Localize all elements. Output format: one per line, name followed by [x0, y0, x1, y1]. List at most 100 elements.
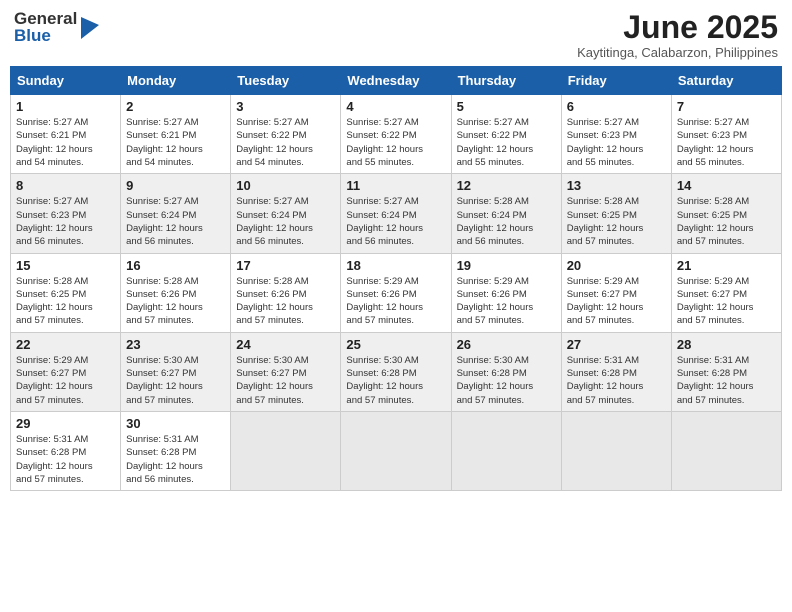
title-block: June 2025 Kaytitinga, Calabarzon, Philip… [577, 10, 778, 60]
day-number: 29 [16, 416, 115, 431]
day-info: Sunrise: 5:31 AM Sunset: 6:28 PM Dayligh… [16, 433, 115, 486]
day-info: Sunrise: 5:27 AM Sunset: 6:22 PM Dayligh… [236, 116, 335, 169]
day-number: 1 [16, 99, 115, 114]
calendar-cell: 24 Sunrise: 5:30 AM Sunset: 6:27 PM Dayli… [231, 332, 341, 411]
calendar-cell: 1 Sunrise: 5:27 AM Sunset: 6:21 PM Daylig… [11, 95, 121, 174]
day-info: Sunrise: 5:29 AM Sunset: 6:27 PM Dayligh… [677, 275, 776, 328]
day-info: Sunrise: 5:30 AM Sunset: 6:28 PM Dayligh… [457, 354, 556, 407]
calendar-cell [671, 411, 781, 490]
calendar-cell: 26 Sunrise: 5:30 AM Sunset: 6:28 PM Dayli… [451, 332, 561, 411]
day-number: 26 [457, 337, 556, 352]
calendar-week-row: 22 Sunrise: 5:29 AM Sunset: 6:27 PM Dayli… [11, 332, 782, 411]
day-number: 21 [677, 258, 776, 273]
calendar-cell: 10 Sunrise: 5:27 AM Sunset: 6:24 PM Dayli… [231, 174, 341, 253]
calendar-cell: 19Sunrise: 5:29 AM Sunset: 6:26 PM Dayli… [451, 253, 561, 332]
day-info: Sunrise: 5:30 AM Sunset: 6:27 PM Dayligh… [236, 354, 335, 407]
day-number: 11 [346, 178, 445, 193]
calendar-cell: 18Sunrise: 5:29 AM Sunset: 6:26 PM Dayli… [341, 253, 451, 332]
day-info: Sunrise: 5:28 AM Sunset: 6:25 PM Dayligh… [567, 195, 666, 248]
calendar-cell [451, 411, 561, 490]
day-info: Sunrise: 5:28 AM Sunset: 6:25 PM Dayligh… [677, 195, 776, 248]
calendar-cell [231, 411, 341, 490]
day-number: 9 [126, 178, 225, 193]
day-number: 2 [126, 99, 225, 114]
day-number: 7 [677, 99, 776, 114]
calendar-cell: 3Sunrise: 5:27 AM Sunset: 6:22 PM Daylig… [231, 95, 341, 174]
day-info: Sunrise: 5:27 AM Sunset: 6:23 PM Dayligh… [16, 195, 115, 248]
calendar-cell: 13 Sunrise: 5:28 AM Sunset: 6:25 PM Dayli… [561, 174, 671, 253]
day-number: 8 [16, 178, 115, 193]
calendar-cell: 30Sunrise: 5:31 AM Sunset: 6:28 PM Dayli… [121, 411, 231, 490]
calendar-cell: 14 Sunrise: 5:28 AM Sunset: 6:25 PM Dayli… [671, 174, 781, 253]
day-number: 5 [457, 99, 556, 114]
calendar-week-row: 15 Sunrise: 5:28 AM Sunset: 6:25 PM Dayli… [11, 253, 782, 332]
weekday-header-sunday: Sunday [11, 67, 121, 95]
calendar-cell: 2Sunrise: 5:27 AM Sunset: 6:21 PM Daylig… [121, 95, 231, 174]
calendar-cell: 5 Sunrise: 5:27 AM Sunset: 6:22 PM Daylig… [451, 95, 561, 174]
day-info: Sunrise: 5:31 AM Sunset: 6:28 PM Dayligh… [567, 354, 666, 407]
day-number: 10 [236, 178, 335, 193]
logo-general: General [14, 10, 77, 27]
calendar-cell: 16 Sunrise: 5:28 AM Sunset: 6:26 PM Dayli… [121, 253, 231, 332]
day-number: 22 [16, 337, 115, 352]
day-info: Sunrise: 5:28 AM Sunset: 6:26 PM Dayligh… [236, 275, 335, 328]
day-number: 27 [567, 337, 666, 352]
day-info: Sunrise: 5:30 AM Sunset: 6:27 PM Dayligh… [126, 354, 225, 407]
logo: General Blue [14, 10, 99, 44]
weekday-header-tuesday: Tuesday [231, 67, 341, 95]
day-number: 16 [126, 258, 225, 273]
calendar-cell: 20 Sunrise: 5:29 AM Sunset: 6:27 PM Dayli… [561, 253, 671, 332]
day-number: 20 [567, 258, 666, 273]
day-number: 17 [236, 258, 335, 273]
day-info: Sunrise: 5:28 AM Sunset: 6:25 PM Dayligh… [16, 275, 115, 328]
day-info: Sunrise: 5:27 AM Sunset: 6:24 PM Dayligh… [236, 195, 335, 248]
month-title: June 2025 [577, 10, 778, 45]
calendar-cell [341, 411, 451, 490]
day-info: Sunrise: 5:31 AM Sunset: 6:28 PM Dayligh… [126, 433, 225, 486]
calendar-cell: 12Sunrise: 5:28 AM Sunset: 6:24 PM Dayli… [451, 174, 561, 253]
day-number: 6 [567, 99, 666, 114]
logo-blue: Blue [14, 27, 77, 44]
logo-icon [81, 17, 99, 39]
day-info: Sunrise: 5:27 AM Sunset: 6:23 PM Dayligh… [677, 116, 776, 169]
day-info: Sunrise: 5:31 AM Sunset: 6:28 PM Dayligh… [677, 354, 776, 407]
day-number: 13 [567, 178, 666, 193]
calendar-cell: 22 Sunrise: 5:29 AM Sunset: 6:27 PM Dayli… [11, 332, 121, 411]
day-info: Sunrise: 5:29 AM Sunset: 6:27 PM Dayligh… [16, 354, 115, 407]
calendar-cell: 27 Sunrise: 5:31 AM Sunset: 6:28 PM Dayli… [561, 332, 671, 411]
calendar-cell: 8 Sunrise: 5:27 AM Sunset: 6:23 PM Daylig… [11, 174, 121, 253]
weekday-header-saturday: Saturday [671, 67, 781, 95]
calendar-cell: 6Sunrise: 5:27 AM Sunset: 6:23 PM Daylig… [561, 95, 671, 174]
day-info: Sunrise: 5:27 AM Sunset: 6:24 PM Dayligh… [126, 195, 225, 248]
calendar-cell [561, 411, 671, 490]
day-info: Sunrise: 5:27 AM Sunset: 6:24 PM Dayligh… [346, 195, 445, 248]
calendar-cell: 29 Sunrise: 5:31 AM Sunset: 6:28 PM Dayli… [11, 411, 121, 490]
weekday-header-monday: Monday [121, 67, 231, 95]
day-info: Sunrise: 5:27 AM Sunset: 6:22 PM Dayligh… [457, 116, 556, 169]
calendar-week-row: 1 Sunrise: 5:27 AM Sunset: 6:21 PM Daylig… [11, 95, 782, 174]
day-number: 4 [346, 99, 445, 114]
day-number: 14 [677, 178, 776, 193]
day-number: 12 [457, 178, 556, 193]
calendar-cell: 9 Sunrise: 5:27 AM Sunset: 6:24 PM Daylig… [121, 174, 231, 253]
calendar-cell: 17 Sunrise: 5:28 AM Sunset: 6:26 PM Dayli… [231, 253, 341, 332]
calendar-week-row: 8 Sunrise: 5:27 AM Sunset: 6:23 PM Daylig… [11, 174, 782, 253]
day-info: Sunrise: 5:29 AM Sunset: 6:27 PM Dayligh… [567, 275, 666, 328]
calendar-cell: 15 Sunrise: 5:28 AM Sunset: 6:25 PM Dayli… [11, 253, 121, 332]
calendar-cell: 4 Sunrise: 5:27 AM Sunset: 6:22 PM Daylig… [341, 95, 451, 174]
calendar-cell: 23Sunrise: 5:30 AM Sunset: 6:27 PM Dayli… [121, 332, 231, 411]
calendar-week-row: 29 Sunrise: 5:31 AM Sunset: 6:28 PM Dayli… [11, 411, 782, 490]
location: Kaytitinga, Calabarzon, Philippines [577, 45, 778, 60]
page-header: General Blue June 2025 Kaytitinga, Calab… [10, 10, 782, 60]
calendar-table: SundayMondayTuesdayWednesdayThursdayFrid… [10, 66, 782, 491]
day-info: Sunrise: 5:27 AM Sunset: 6:22 PM Dayligh… [346, 116, 445, 169]
day-number: 24 [236, 337, 335, 352]
weekday-header-wednesday: Wednesday [341, 67, 451, 95]
day-number: 15 [16, 258, 115, 273]
weekday-header-thursday: Thursday [451, 67, 561, 95]
day-info: Sunrise: 5:30 AM Sunset: 6:28 PM Dayligh… [346, 354, 445, 407]
day-info: Sunrise: 5:27 AM Sunset: 6:21 PM Dayligh… [16, 116, 115, 169]
day-number: 25 [346, 337, 445, 352]
day-info: Sunrise: 5:28 AM Sunset: 6:26 PM Dayligh… [126, 275, 225, 328]
day-number: 28 [677, 337, 776, 352]
